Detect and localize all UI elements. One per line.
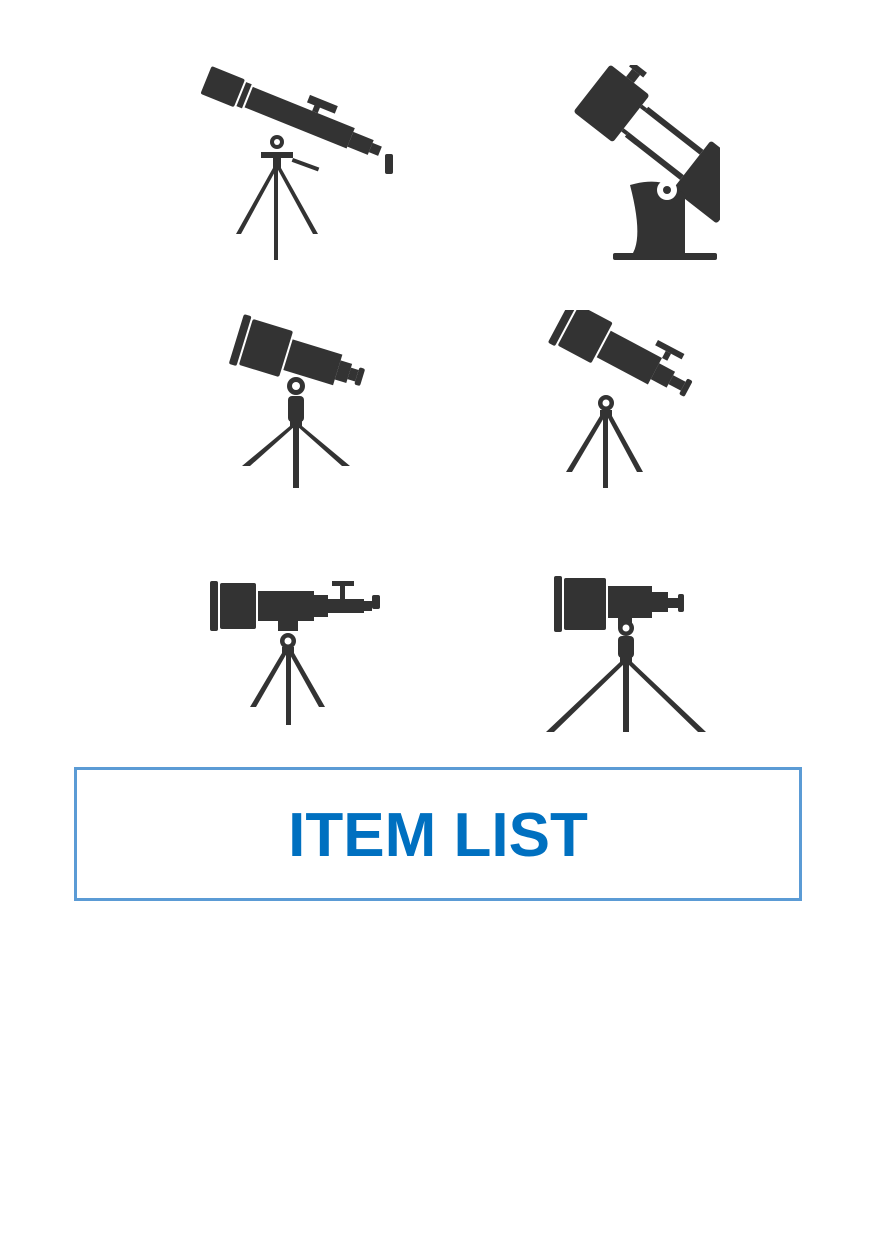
- document-title: ITEM LIST: [288, 801, 588, 870]
- document-page: ITEM LIST: [0, 0, 874, 1240]
- dobsonian-telescope-icon: [535, 65, 720, 263]
- refractor-telescope-with-finder-icon: [540, 310, 715, 490]
- refractor-telescope-on-tripod-icon: [185, 62, 405, 267]
- horizontal-telescope-wide-tripod-icon: [546, 572, 708, 734]
- horizontal-refractor-telescope-icon: [208, 575, 383, 727]
- short-refractor-telescope-icon: [228, 308, 368, 490]
- title-box: ITEM LIST: [74, 767, 802, 901]
